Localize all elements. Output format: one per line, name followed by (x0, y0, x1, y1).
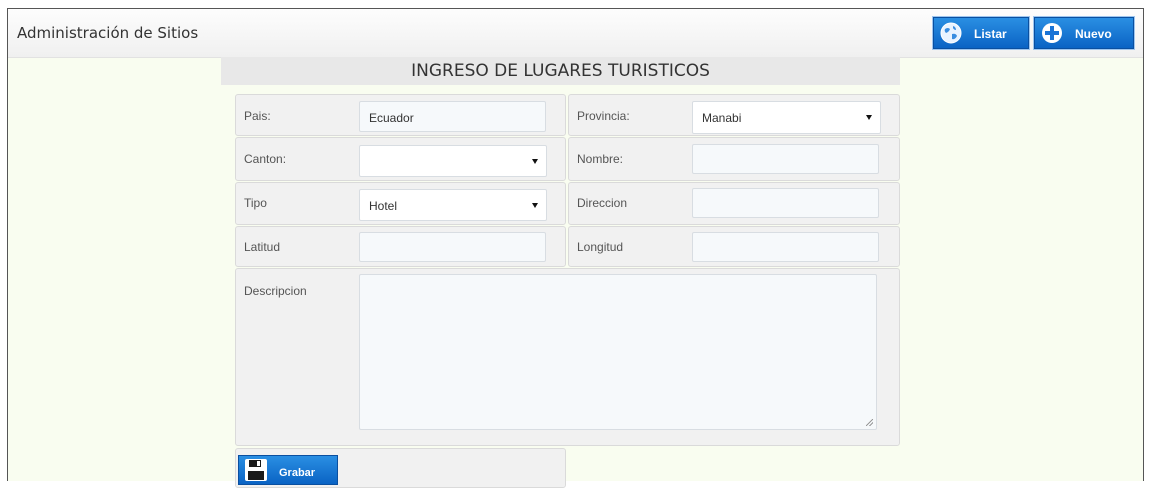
provincia-cell: Provincia: Manabi (568, 94, 900, 136)
tipo-label: Tipo (244, 196, 267, 210)
descripcion-textarea[interactable] (359, 274, 877, 430)
canton-select[interactable] (359, 145, 547, 177)
provincia-label: Provincia: (577, 109, 630, 123)
listar-button[interactable]: Listar (933, 17, 1029, 49)
pais-field[interactable]: Ecuador (359, 101, 546, 132)
latitud-field[interactable] (359, 232, 546, 262)
canton-label: Canton: (244, 152, 287, 166)
floppy-disk-icon (244, 458, 268, 482)
latitud-label: Latitud (244, 240, 281, 254)
descripcion-label: Descripcion (244, 284, 307, 298)
app-title: Administración de Sitios (17, 24, 199, 42)
pais-value: Ecuador (369, 111, 414, 125)
plus-icon (1041, 22, 1063, 44)
descripcion-cell: Descripcion (235, 268, 900, 446)
globe-icon (940, 22, 962, 44)
provincia-value: Manabi (702, 111, 742, 125)
direccion-field[interactable] (692, 188, 879, 218)
longitud-field[interactable] (692, 232, 879, 262)
pais-label: Pais: (244, 109, 271, 123)
chevron-down-icon (866, 115, 872, 120)
grabar-label: Grabar (279, 467, 316, 479)
longitud-cell: Longitud (568, 226, 900, 267)
nombre-cell: Nombre: (568, 137, 900, 181)
top-bar: Administración de Sitios Listar Nuevo (8, 9, 1143, 58)
listar-label: Listar (974, 27, 1007, 41)
latitud-cell: Latitud (235, 226, 566, 267)
canton-cell: Canton: (235, 137, 566, 181)
direccion-cell: Direccion (568, 182, 900, 225)
resize-grip-icon[interactable] (866, 419, 873, 426)
direccion-label: Direccion (577, 196, 628, 210)
nuevo-button[interactable]: Nuevo (1034, 17, 1134, 49)
pais-cell: Pais: Ecuador (235, 94, 566, 136)
chevron-down-icon (532, 203, 538, 208)
provincia-select[interactable]: Manabi (692, 101, 881, 134)
form-title: INGRESO DE LUGARES TURISTICOS (221, 57, 900, 85)
tipo-cell: Tipo Hotel (235, 182, 566, 225)
longitud-label: Longitud (577, 240, 624, 254)
tipo-value: Hotel (369, 199, 398, 213)
nombre-field[interactable] (692, 144, 879, 174)
tipo-select[interactable]: Hotel (359, 189, 547, 221)
nombre-label: Nombre: (577, 152, 624, 166)
chevron-down-icon (532, 159, 538, 164)
nuevo-label: Nuevo (1075, 27, 1112, 41)
